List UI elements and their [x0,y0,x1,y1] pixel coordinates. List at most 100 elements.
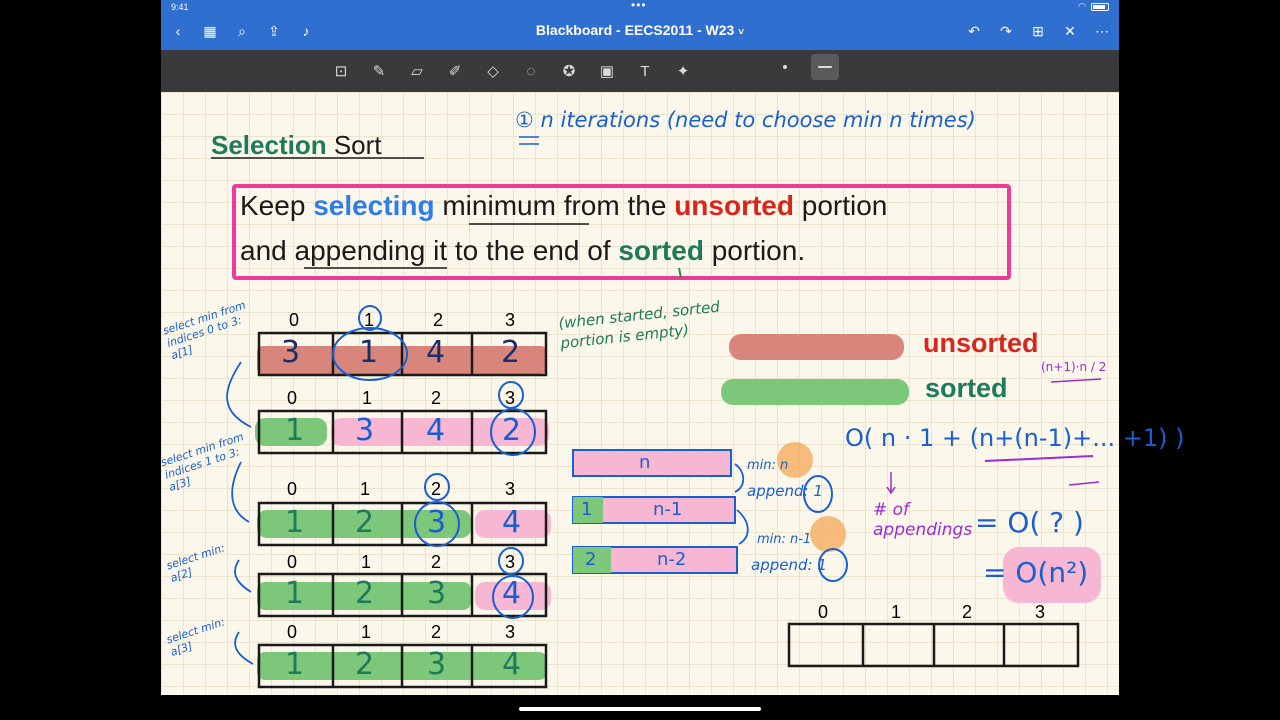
status-time: 9:41 [171,2,189,12]
bar-note-append-2: append: 1 [751,556,827,574]
index: 3 [505,552,516,572]
cell: 1 [285,647,305,682]
cell: 1 [285,576,305,611]
cell: 2 [501,335,521,370]
index: 2 [431,388,442,408]
app-title-bar: 9:41 ••• ◠ ‹ ▦ ⌕ ⇪ ♪ Blackboard - EECS20… [161,0,1119,50]
cell: 4 [426,413,446,448]
highlighter-icon[interactable]: ✐ [441,58,469,84]
orange-highlight [810,516,846,552]
legend-unsorted-label: unsorted [923,328,1039,358]
cell: 4 [502,505,522,540]
purple-underline-small [1068,481,1100,486]
index: 2 [431,479,442,499]
pen-icon[interactable]: ✎ [365,58,393,84]
cell: 1 [359,335,379,370]
cell: 2 [355,505,375,540]
wifi-icon: ◠ [1078,1,1086,11]
title-right-icons: ↶ ↷ ⊞ ✕ ⋯ [965,22,1111,40]
pen-thickness-button[interactable] [811,54,839,80]
cell: 4 [502,647,522,682]
appendings-label: # of appendings [873,500,973,540]
index: 3 [505,479,516,499]
index: 0 [287,552,298,572]
image-icon[interactable]: ▣ [593,58,621,84]
index: 0 [289,310,300,330]
cell: 3 [355,413,375,448]
index: 0 [287,388,298,408]
complexity-eq1: = O( ? ) [975,506,1084,539]
word: and [240,235,287,266]
bar-n [572,449,732,477]
note-canvas[interactable]: Selection Sort ① n iterations (need to c… [159,92,1185,695]
bar-note-append-1: append: 1 [747,482,823,500]
cell: 3 [427,647,447,682]
eraser-icon[interactable]: ▱ [403,58,431,84]
complexity-eq2: = O(n²) [983,556,1089,589]
index: 1 [360,479,371,499]
index: 2 [433,310,444,330]
legend-unsorted-bar [729,334,904,360]
undo-icon[interactable]: ↶ [965,22,983,40]
more-icon[interactable]: ⋯ [1093,22,1111,40]
add-page-icon[interactable]: ⊞ [1029,22,1047,40]
index: 1 [364,310,375,330]
index: 3 [1035,602,1046,622]
multitask-dots-icon[interactable]: ••• [631,0,647,12]
cell: 3 [427,576,447,611]
bar-note-min-1: min: n [747,458,789,473]
close-icon[interactable]: ✕ [1061,22,1079,40]
bar-n-2-left: 2 [585,549,597,570]
bar-arrow-2 [736,509,749,545]
legend-sorted-bar [721,379,909,405]
word: it to the end of [433,235,611,266]
textbox-icon[interactable]: T [631,58,659,84]
word-minimum: minimum [442,190,556,221]
purple-underline [984,455,1094,462]
document-title-text: Blackboard - EECS2011 - W23 [535,22,735,38]
complexity-fraction: (n+1)·n / 2 [1041,360,1107,374]
bar-note-min-2: min: n-1 [757,532,812,547]
ipad-screen: 9:41 ••• ◠ ‹ ▦ ⌕ ⇪ ♪ Blackboard - EECS20… [159,0,1185,720]
complexity-expression: O( n · 1 + (n+(n-1)+... +1) ) [845,424,1185,452]
index: 0 [287,622,298,642]
word: from the [563,190,667,221]
bar-arrow-1 [734,463,745,493]
bar-n-1-left: 1 [581,499,593,520]
cell: 2 [355,647,375,682]
battery-icon [1091,2,1109,11]
index: 2 [962,602,973,622]
lasso-image-icon[interactable]: ⊡ [327,58,355,84]
cell: 4 [502,576,522,611]
frac-line [1050,378,1102,383]
legend-sorted-label: sorted [925,373,1008,403]
lasso-icon[interactable]: ◌ [517,58,545,84]
shapes-icon[interactable]: ◇ [479,58,507,84]
home-area [161,695,1119,720]
bar-n-label: n [639,452,651,473]
cell: 1 [285,413,305,448]
redo-icon[interactable]: ↷ [997,22,1015,40]
index: 3 [505,388,516,408]
sticker-icon[interactable]: ✪ [555,58,583,84]
cell: 4 [426,335,446,370]
heading-rest: Sort [333,130,382,160]
word-unsorted: unsorted [674,190,794,221]
cell: 1 [285,505,305,540]
word-sorted: sorted [618,235,704,266]
word-appending: appending [294,235,426,266]
cell: 2 [355,576,375,611]
index: 1 [362,388,373,408]
pen-color-dot[interactable] [783,65,787,69]
bar-n-2-label: n-2 [657,549,687,570]
tool-group: ⊡ ✎ ▱ ✐ ◇ ◌ ✪ ▣ T ✦ [327,58,697,84]
system-icons: ◠ [1078,1,1109,12]
laser-pointer-icon[interactable]: ✦ [669,58,697,84]
index: 1 [361,622,372,642]
index: 2 [431,552,442,572]
status-bar: 9:41 ••• ◠ [161,0,1119,14]
definition-line-2: and appending it to the end of sorted po… [240,235,805,267]
index: 3 [505,310,516,330]
chevron-down-icon: ˅ [738,27,745,38]
home-indicator[interactable] [519,707,761,711]
